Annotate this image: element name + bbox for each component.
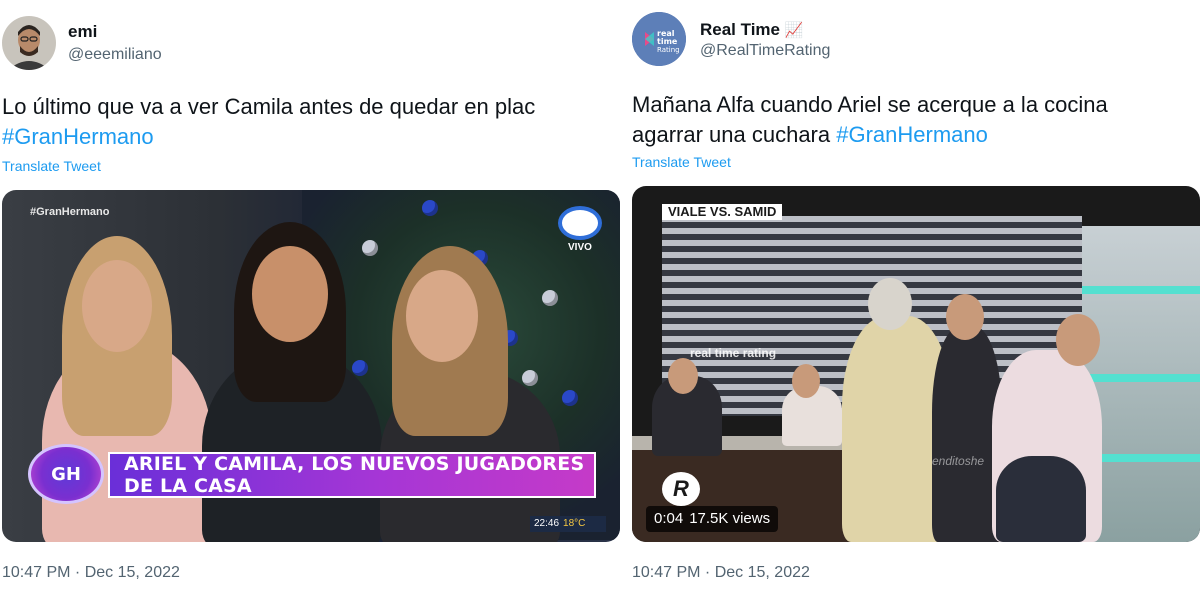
ornament [542, 290, 558, 306]
video-duration: 0:04 [654, 510, 684, 527]
ornament [352, 360, 368, 376]
avatar[interactable] [2, 16, 56, 70]
live-label: VIVO [568, 242, 592, 253]
tweet-text-line1: Mañana Alfa cuando Ariel se acerque a la… [632, 92, 1108, 117]
divider [620, 0, 628, 600]
person-1-face [82, 260, 152, 352]
tweet-media-image[interactable]: #GranHermano VIVO GH ARIEL Y CAMILA, LOS… [2, 190, 620, 542]
author-handle[interactable]: @RealTimeRating [700, 42, 830, 60]
tweet-text: Mañana Alfa cuando Ariel se acerque a la… [632, 90, 1108, 150]
avatar[interactable]: real time Rating [632, 12, 686, 66]
tweet-text-line2: agarrar una cuchara [632, 122, 831, 147]
lower-third-banner: ARIEL Y CAMILA, LOS NUEVOS JUGADORES DE … [108, 452, 596, 498]
svg-text:Rating: Rating [657, 46, 680, 54]
tweet-right[interactable]: real time Rating Real Time 📈 @RealTimeRa… [628, 0, 1200, 600]
ornament [522, 370, 538, 386]
studio-light-stripe [1082, 374, 1200, 382]
tweet-media-video[interactable]: VIALE VS. SAMID real time rating enditos… [632, 186, 1200, 542]
video-caption-label: VIALE VS. SAMID [662, 204, 783, 220]
hashtag-link[interactable]: #GranHermano [2, 124, 154, 149]
person-3-face [406, 270, 478, 362]
translate-tweet-link[interactable]: Translate Tweet [632, 154, 731, 170]
tweet-left[interactable]: emi @eeemiliano Lo último que va a ver C… [0, 0, 620, 600]
clock-time: 22:46 [534, 518, 560, 529]
channel-logo-icon [558, 206, 602, 240]
ornament [422, 200, 438, 216]
hashtag-link[interactable]: #GranHermano [836, 122, 988, 147]
media-hashtag-bug: #GranHermano [30, 206, 110, 218]
channel-r-logo-icon: R [662, 472, 700, 506]
person-dark-suit-head [946, 294, 984, 340]
author-name-text: Real Time [700, 20, 781, 39]
studio-light-stripe [1082, 286, 1200, 294]
ornament [562, 390, 578, 406]
ornament [362, 240, 378, 256]
gh-logo-icon: GH [28, 444, 104, 504]
person-seated-2-head [792, 364, 820, 398]
author-handle[interactable]: @eeemiliano [68, 46, 162, 64]
translate-tweet-link[interactable]: Translate Tweet [2, 158, 101, 174]
video-duration-badge: 0:04 17.5K views [646, 506, 779, 532]
author-name[interactable]: Real Time 📈 [700, 20, 803, 40]
tweet-text-line1: Lo último que va a ver Camila antes de q… [2, 94, 536, 119]
chart-increasing-icon: 📈 [784, 21, 804, 39]
svg-text:time: time [657, 37, 678, 46]
video-watermark: enditoshe [932, 454, 985, 468]
video-view-count: 17.5K views [689, 510, 771, 527]
tweet-timestamp[interactable]: 10:47 PM · Dec 15, 2022 [632, 564, 810, 582]
person-white-shirt-trousers [996, 456, 1086, 542]
tweet-text: Lo último que va a ver Camila antes de q… [2, 92, 535, 152]
person-beige-suit-head [868, 278, 912, 330]
person-seated-1-head [668, 358, 698, 394]
realtime-logo-icon: real time rating [690, 346, 777, 360]
person-2-face [252, 246, 328, 342]
clock-temp: 18°C [563, 518, 586, 529]
person-white-shirt-head [1056, 314, 1100, 366]
author-name[interactable]: emi [68, 22, 97, 42]
tweet-timestamp[interactable]: 10:47 PM · Dec 15, 2022 [2, 564, 180, 582]
clock-bug: 22:46 18°C [530, 516, 606, 532]
